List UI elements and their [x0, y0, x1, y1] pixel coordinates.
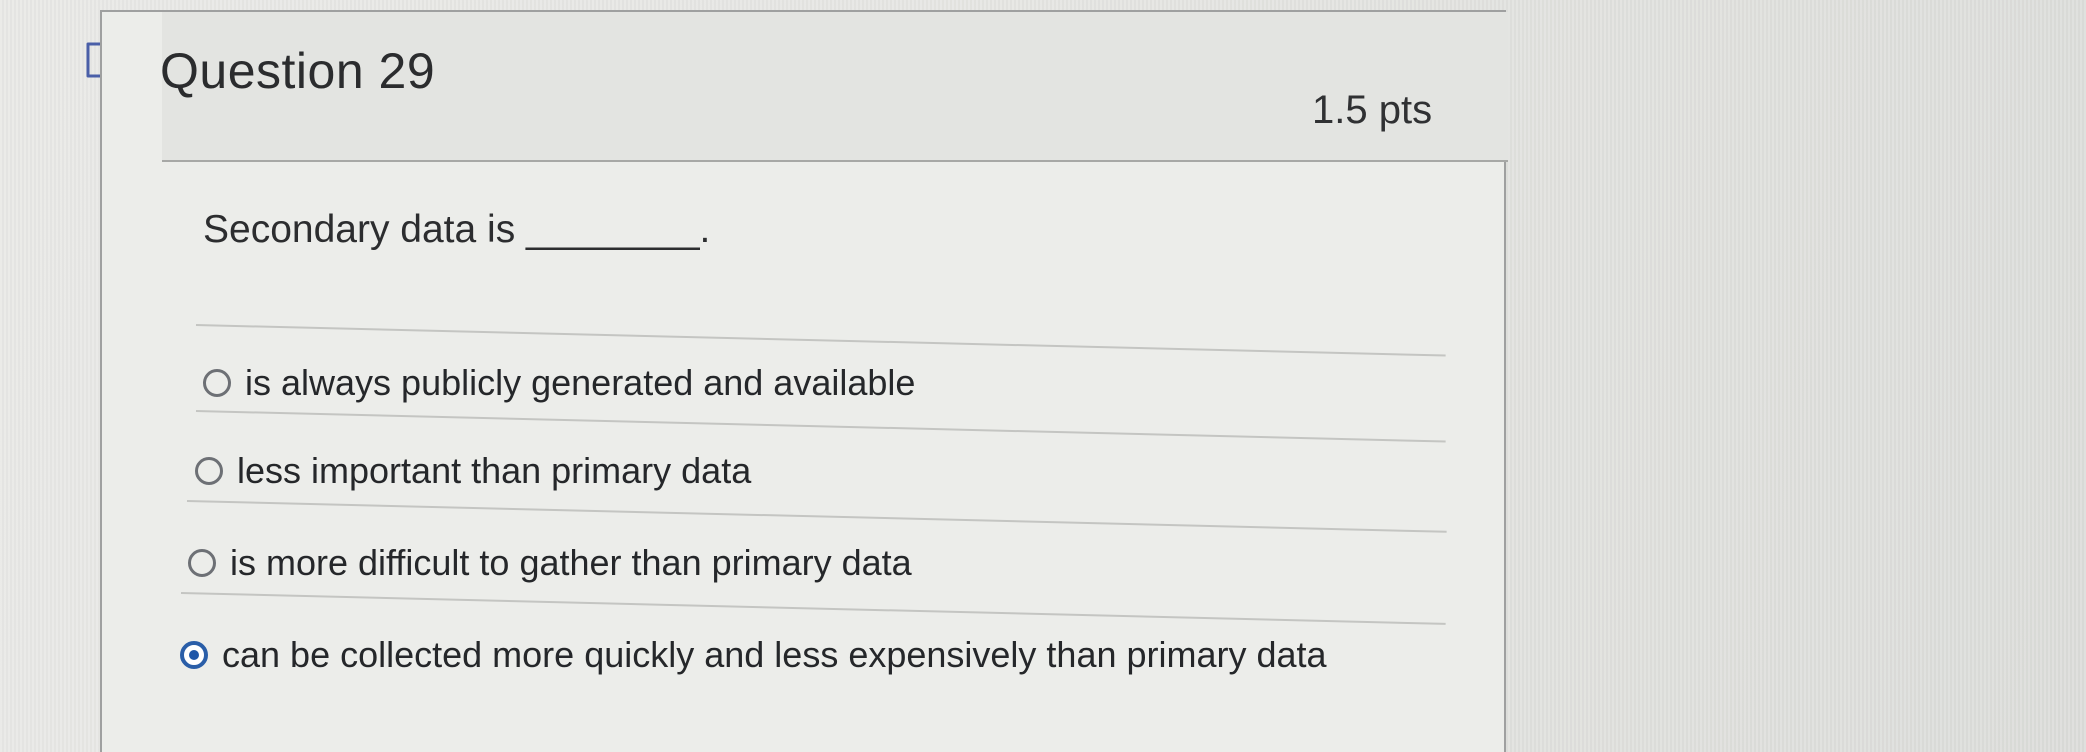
- answer-label: is always publicly generated and availab…: [245, 362, 916, 403]
- radio-button-selected[interactable]: [180, 641, 208, 669]
- radio-button[interactable]: [188, 549, 216, 577]
- answer-label: is more difficult to gather than primary…: [230, 542, 912, 583]
- question-prompt: Secondary data is ________.: [203, 208, 711, 251]
- radio-button[interactable]: [203, 369, 231, 397]
- answer-label: can be collected more quickly and less e…: [222, 634, 1327, 675]
- question-title: Question 29: [160, 43, 436, 99]
- answer-option[interactable]: less important than primary data: [195, 450, 751, 492]
- answer-label: less important than primary data: [237, 450, 752, 491]
- answer-option[interactable]: is more difficult to gather than primary…: [188, 542, 912, 584]
- points-value: 1.5 pts: [1312, 88, 1433, 132]
- answer-option[interactable]: is always publicly generated and availab…: [203, 362, 915, 404]
- radio-button[interactable]: [195, 457, 223, 485]
- answer-option-selected[interactable]: can be collected more quickly and less e…: [180, 634, 1327, 676]
- quiz-page: Question 29 1.5 pts Secondary data is __…: [0, 0, 2086, 752]
